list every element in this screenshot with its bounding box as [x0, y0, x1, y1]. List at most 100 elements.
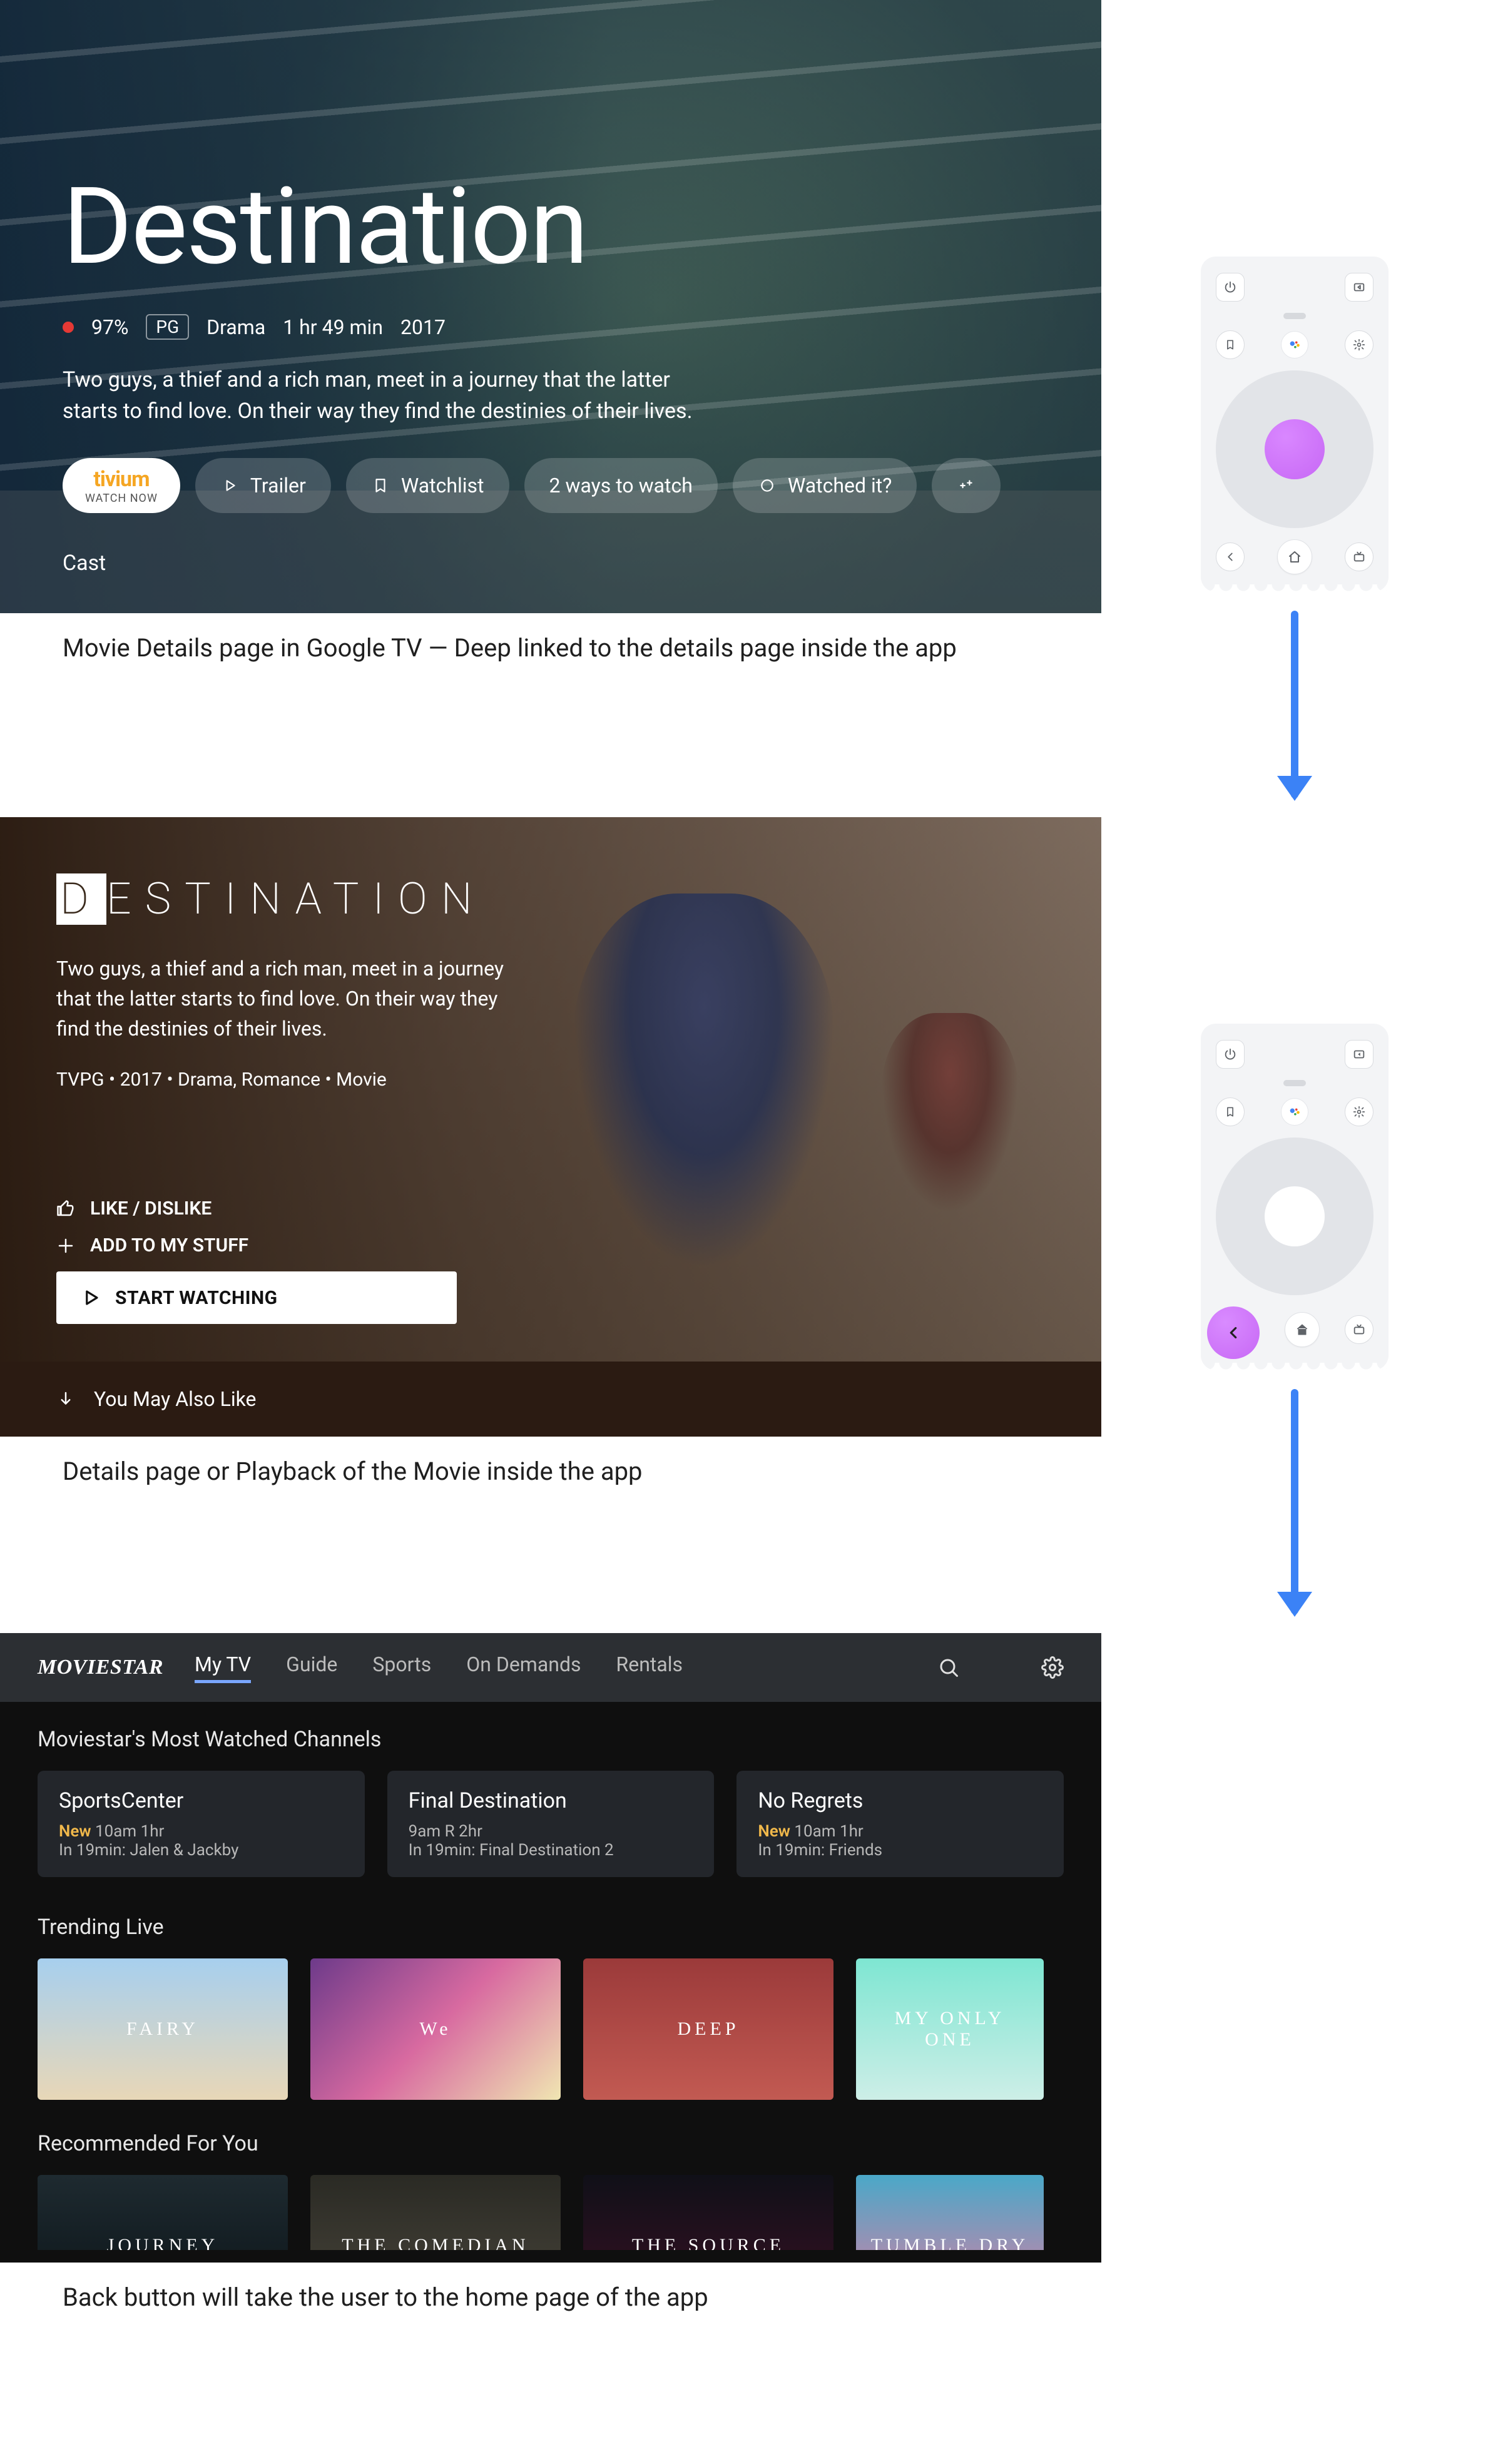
- section-trending-title: Trending Live: [0, 1890, 1101, 1958]
- remote-mic-slot: [1283, 313, 1306, 319]
- provider-sublabel: WATCH NOW: [85, 492, 158, 505]
- remote-back-button-highlighted[interactable]: [1207, 1306, 1260, 1359]
- tab-rentals[interactable]: Rentals: [616, 1652, 683, 1683]
- tab-guide[interactable]: Guide: [286, 1652, 337, 1683]
- remote-2: [1201, 1024, 1389, 1370]
- thumbnail[interactable]: THE SOURCE: [583, 2175, 833, 2250]
- remote-home-button[interactable]: [1277, 539, 1312, 574]
- add-to-my-stuff-button[interactable]: ADD TO MY STUFF: [56, 1235, 544, 1256]
- remote-tv-button[interactable]: [1345, 542, 1373, 571]
- inapp-meta: TVPG • 2017 • Drama, Romance • Movie: [56, 1069, 544, 1091]
- channel-card[interactable]: SportsCenterNew 10am 1hrIn 19min: Jalen …: [38, 1771, 365, 1877]
- thumbnail[interactable]: JOURNEY: [38, 2175, 288, 2250]
- you-may-also-like-row[interactable]: You May Also Like: [0, 1362, 1101, 1437]
- play-icon: [81, 1288, 100, 1307]
- play-icon: [220, 476, 239, 495]
- thumbnail[interactable]: MY ONLY ONE: [856, 1958, 1044, 2100]
- remote-back-button[interactable]: [1216, 542, 1245, 571]
- remote-dpad-select[interactable]: [1265, 1186, 1325, 1246]
- thumbnail[interactable]: We: [310, 1958, 561, 2100]
- movie-genre: Drama: [206, 315, 265, 339]
- remote-input-button[interactable]: [1345, 273, 1373, 302]
- thumbnail-title: FAIRY: [114, 2019, 211, 2040]
- start-watching-button[interactable]: START WATCHING: [56, 1271, 457, 1324]
- googletv-details-panel: Destination 97% PG Drama 1 hr 49 min 201…: [0, 0, 1101, 613]
- caption-a: Movie Details page in Google TV — Deep l…: [0, 613, 1101, 702]
- more-button[interactable]: [932, 458, 1001, 513]
- remote-bookmark-button[interactable]: [1216, 1097, 1245, 1126]
- remote-dpad[interactable]: [1216, 1138, 1373, 1295]
- brand-logo: MOVIESTAR: [38, 1656, 163, 1679]
- remote-tv-button[interactable]: [1345, 1315, 1373, 1344]
- remote-power-button[interactable]: [1216, 1040, 1245, 1069]
- thumbnail-title: MY ONLY ONE: [856, 2008, 1044, 2050]
- channel-time: New 10am 1hr: [758, 1822, 1042, 1841]
- watch-now-button[interactable]: tivium WATCH NOW: [63, 458, 180, 513]
- caption-b: Details page or Playback of the Movie in…: [0, 1437, 1101, 1525]
- movie-title: Destination: [63, 164, 1064, 289]
- thumbnail[interactable]: THE COMEDIAN: [310, 2175, 561, 2250]
- tab-my-tv[interactable]: My TV: [195, 1652, 251, 1683]
- remote-input-button[interactable]: [1345, 1040, 1373, 1069]
- caption-c: Back button will take the user to the ho…: [0, 2263, 1101, 2351]
- remote-settings-button[interactable]: [1345, 1097, 1373, 1126]
- remote-1: [1201, 257, 1389, 592]
- movie-duration: 1 hr 49 min: [283, 315, 383, 339]
- topbar: MOVIESTAR My TV Guide Sports On Demands Rent…: [0, 1633, 1101, 1702]
- trailer-button[interactable]: Trailer: [195, 458, 331, 513]
- channel-card[interactable]: Final Destination 9am R 2hrIn 19min: Fina…: [387, 1771, 715, 1877]
- thumbnail[interactable]: FAIRY: [38, 1958, 288, 2100]
- app-home-panel: MOVIESTAR My TV Guide Sports On Demands Rent…: [0, 1633, 1101, 2263]
- rating-percent: 97%: [91, 315, 128, 339]
- thumbnail-title: JOURNEY: [94, 2235, 232, 2250]
- chevron-down-icon: [56, 1390, 75, 1408]
- cast-label: Cast: [63, 551, 1064, 576]
- section-recommended-title: Recommended For You: [0, 2106, 1101, 2175]
- channel-next: In 19min: Jalen & Jackby: [59, 1841, 344, 1860]
- thumbnail[interactable]: DEEP: [583, 1958, 833, 2100]
- remote-power-button[interactable]: [1216, 273, 1245, 302]
- movie-description: Two guys, a thief and a rich man, meet i…: [63, 365, 726, 427]
- thumbnail-title: TUMBLE DRY: [859, 2235, 1042, 2250]
- thumbnail-title: THE COMEDIAN: [329, 2235, 541, 2250]
- remote-home-button[interactable]: [1285, 1312, 1320, 1347]
- tab-sports[interactable]: Sports: [372, 1652, 431, 1683]
- watched-button[interactable]: Watched it?: [733, 458, 917, 513]
- channel-next: In 19min: Final Destination 2: [409, 1841, 693, 1860]
- plus-icon: [56, 1236, 75, 1255]
- channel-time: 9am R 2hr: [409, 1822, 693, 1841]
- channel-title: No Regrets: [758, 1788, 1042, 1813]
- thumbnail-title: THE SOURCE: [619, 2235, 797, 2250]
- remote-assistant-button[interactable]: [1281, 1098, 1308, 1126]
- channel-title: Final Destination: [409, 1788, 693, 1813]
- channel-next: In 19min: Friends: [758, 1841, 1042, 1860]
- ways-to-watch-button[interactable]: 2 ways to watch: [524, 458, 718, 513]
- content-rating: PG: [146, 314, 189, 340]
- thumbnail[interactable]: TUMBLE DRY: [856, 2175, 1044, 2250]
- movie-meta: 97% PG Drama 1 hr 49 min 2017: [63, 314, 1064, 340]
- inapp-details-panel: DESTINATION Two guys, a thief and a rich…: [0, 817, 1101, 1362]
- remote-bookmark-button[interactable]: [1216, 330, 1245, 359]
- remote-dpad-select[interactable]: [1265, 419, 1325, 479]
- thumbnail-title: DEEP: [665, 2019, 752, 2040]
- remote-assistant-button[interactable]: [1281, 331, 1308, 359]
- remote-mic-slot: [1283, 1080, 1306, 1086]
- inapp-title: DESTINATION: [56, 873, 544, 925]
- search-icon[interactable]: [937, 1656, 960, 1679]
- flow-arrow-1: [1291, 611, 1298, 798]
- tab-on-demands[interactable]: On Demands: [466, 1652, 581, 1683]
- more-icon: [957, 476, 976, 495]
- channel-title: SportsCenter: [59, 1788, 344, 1813]
- thumbs-up-icon: [56, 1199, 75, 1218]
- channel-card[interactable]: No Regrets New 10am 1hrIn 19min: Friends: [736, 1771, 1064, 1877]
- bookmark-icon: [371, 476, 390, 495]
- settings-icon[interactable]: [1041, 1656, 1064, 1679]
- inapp-description: Two guys, a thief and a rich man, meet i…: [56, 954, 507, 1044]
- flow-arrow-2: [1291, 1389, 1298, 1614]
- provider-logo: tivium: [93, 467, 149, 492]
- like-dislike-button[interactable]: LIKE / DISLIKE: [56, 1198, 544, 1219]
- section-channels-title: Moviestar's Most Watched Channels: [0, 1702, 1101, 1771]
- remote-settings-button[interactable]: [1345, 330, 1373, 359]
- remote-dpad[interactable]: [1216, 370, 1373, 528]
- watchlist-button[interactable]: Watchlist: [346, 458, 509, 513]
